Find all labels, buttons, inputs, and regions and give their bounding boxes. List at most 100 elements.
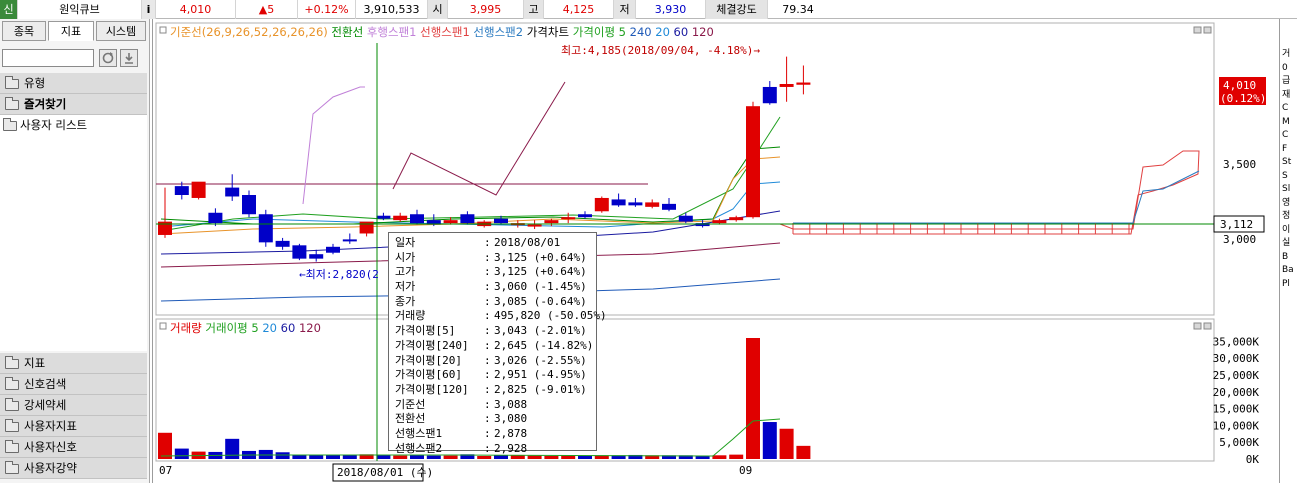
candle-body	[645, 202, 660, 207]
tooltip-value: 495,820 (-50.05%)	[494, 309, 607, 323]
tab-indicators[interactable]: 지표	[48, 21, 94, 41]
legend-item: 20	[652, 25, 670, 39]
refresh-icon	[102, 52, 114, 64]
price-change: ▲5	[236, 0, 298, 19]
low-annotation: ←최저:2,820(2	[299, 268, 379, 281]
candle-body	[342, 239, 357, 242]
tooltip-colon: :	[484, 426, 491, 440]
legend-item: 거래량	[170, 321, 202, 335]
tree-area	[0, 135, 147, 351]
volume-pane-minimize-button[interactable]	[1193, 322, 1202, 330]
candle-body	[393, 215, 408, 221]
folder-favorites[interactable]: 즐겨찾기	[0, 94, 147, 115]
tooltip-key: 고가	[395, 265, 416, 279]
search-input[interactable]	[2, 49, 94, 67]
volume-bar	[477, 455, 492, 459]
legend-toggle[interactable]	[159, 26, 167, 34]
side-label: St	[1282, 157, 1292, 167]
ma-120-upper-line	[392, 81, 566, 196]
folder-user-list[interactable]: 사용자 리스트	[0, 115, 147, 135]
tooltip-key: 일자	[395, 236, 416, 249]
x-label-07: 07	[159, 464, 172, 477]
legend-item: 60	[670, 25, 688, 39]
category-user-indicators[interactable]: 사용자지표	[0, 416, 147, 437]
tooltip-key: 전환선	[395, 412, 426, 426]
candlestick-series	[158, 56, 811, 262]
volume-bar	[292, 454, 307, 459]
volume-bar	[796, 445, 811, 459]
volume-bar	[309, 455, 324, 459]
download-button[interactable]	[120, 49, 138, 67]
candle-body	[796, 82, 811, 85]
volume-legend: 거래량 거래이평 5 20 60 120	[170, 321, 321, 335]
folder-icon	[5, 356, 19, 369]
stock-name-field[interactable]: 원익큐브	[18, 0, 142, 19]
chart-area[interactable]: 기준선(26,9,26,52,26,26,26) 전환선 후행스팬1 선행스팬1…	[152, 19, 1278, 483]
price-chart-svg[interactable]: 기준선(26,9,26,52,26,26,26) 전환선 후행스팬1 선행스팬1…	[153, 19, 1279, 483]
volume-tick: 5,000K	[1219, 436, 1259, 449]
volume-tick: 10,000K	[1213, 419, 1260, 432]
volume-pane	[155, 318, 1215, 462]
tooltip-row: 가격이평[240]:2,645 (-14.82%)	[393, 339, 596, 354]
candle-body	[242, 195, 256, 215]
candle-body	[712, 220, 727, 224]
tooltip-key: 저가	[395, 280, 416, 294]
volume-bar	[376, 454, 391, 459]
info-button[interactable]: i	[142, 0, 156, 19]
legend-item: 가격차트	[523, 25, 569, 39]
tab-stocks[interactable]: 종목	[2, 21, 46, 41]
download-icon	[125, 53, 133, 64]
tooltip-colon: :	[484, 441, 491, 455]
tooltip-colon: :	[484, 280, 491, 294]
tooltip-key: 시가	[395, 250, 416, 264]
tooltip-value: 3,043 (-2.01%)	[494, 324, 587, 338]
side-label: 급	[1282, 76, 1291, 86]
category-signal-search[interactable]: 신호검색	[0, 374, 147, 395]
low-label: 저	[614, 0, 636, 19]
volume-tick: 0K	[1246, 453, 1260, 466]
legend-item: 60	[277, 321, 295, 335]
low-value: 3,930	[636, 0, 706, 19]
candle-body	[746, 106, 760, 218]
tooltip-row: 선행스팬2:2,928	[393, 442, 596, 457]
volume-pane-maximize-button[interactable]	[1203, 322, 1212, 330]
data-tooltip: 일자:2018/08/01 시가:3,125 (+0.64%) 고가:3,125 (…	[388, 232, 607, 455]
pane-maximize-button[interactable]	[1203, 26, 1212, 34]
volume-tick: 15,000K	[1213, 403, 1260, 416]
category-indicators[interactable]: 지표	[0, 353, 147, 374]
folder-types[interactable]: 유형	[0, 73, 147, 94]
legend-item: 전환선	[328, 25, 363, 39]
side-label: C	[1282, 103, 1289, 113]
tooltip-colon: :	[484, 324, 491, 338]
legend-item: 120	[688, 25, 714, 39]
leading-span-1-cloud	[779, 150, 1200, 235]
volume-legend-toggle[interactable]	[159, 322, 167, 330]
candle-body	[628, 202, 643, 206]
candle-body	[258, 214, 273, 243]
candle-body	[544, 220, 559, 224]
folder-icon	[5, 377, 19, 390]
pane-minimize-button[interactable]	[1193, 26, 1202, 34]
tooltip-value: 3,125 (+0.64%)	[494, 250, 587, 264]
category-strength[interactable]: 강세약세	[0, 395, 147, 416]
refresh-button[interactable]	[99, 49, 117, 67]
tooltip-colon: :	[484, 397, 491, 411]
tooltip-key: 가격이평[240]	[395, 338, 469, 352]
tab-systems[interactable]: 시스템	[96, 21, 146, 41]
side-label: C	[1282, 130, 1289, 140]
candle-body	[443, 220, 458, 224]
category-user-strength[interactable]: 사용자강약	[0, 458, 147, 479]
candle-body	[460, 214, 475, 224]
tooltip-key: 가격이평[120]	[395, 382, 469, 396]
high-annotation: 최고:4,185(2018/09/04, -4.18%)→	[561, 44, 760, 57]
market-tag: 신	[0, 0, 18, 19]
category-user-signals[interactable]: 사용자신호	[0, 437, 147, 458]
candle-body	[578, 214, 592, 218]
tooltip-row: 종가:3,085 (-0.64%)	[393, 295, 596, 310]
y-tick-3000: 3,000	[1223, 233, 1256, 246]
side-label: 재	[1282, 89, 1291, 100]
candle-body	[191, 181, 206, 198]
volume-bar	[174, 448, 189, 459]
price-tag-percent: (0.12%)	[1220, 92, 1266, 105]
tooltip-row: 일자:2018/08/01	[393, 236, 596, 251]
